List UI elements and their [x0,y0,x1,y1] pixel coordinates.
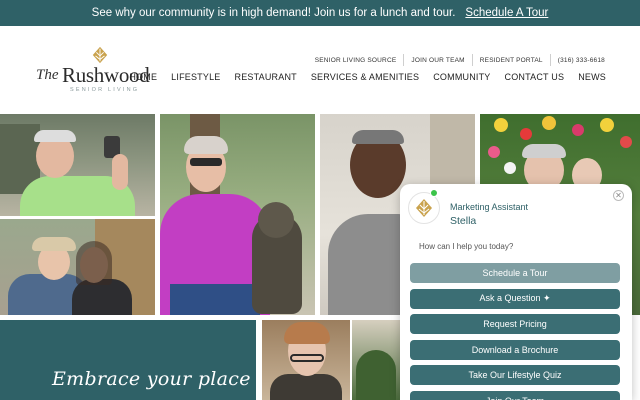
site-header: The Rushwood SENIOR LIVING SENIOR LIVING… [0,26,640,114]
utility-phone[interactable]: (316) 333-6618 [551,57,612,64]
chat-options: Schedule a Tour Ask a Question ✦ Request… [410,263,620,400]
photo-resident-taking-picture [0,114,155,216]
nav-restaurant[interactable]: RESTAURANT [235,72,297,82]
nav-lifestyle[interactable]: LIFESTYLE [171,72,220,82]
chat-agent-role: Marketing Assistant [450,202,529,212]
chat-ask-question-button[interactable]: Ask a Question ✦ [410,288,620,309]
chat-schedule-tour-button[interactable]: Schedule a Tour [410,263,620,283]
announcement-bar: See why our community is in high demand!… [0,0,640,26]
chat-widget: ✕ Marketing Assistant Stella How can I h… [400,184,632,400]
nav-services-amenities[interactable]: SERVICES & AMENITIES [311,72,419,82]
schedule-tour-link[interactable]: Schedule A Tour [465,7,548,19]
nav-news[interactable]: NEWS [578,72,606,82]
photo-plants [352,320,400,400]
utility-nav: SENIOR LIVING SOURCE JOIN OUR TEAM RESID… [308,54,612,66]
gold-leaf-icon [92,46,108,64]
utility-join-our-team[interactable]: JOIN OUR TEAM [404,57,471,64]
welcome-banner: Embrace your place [0,320,256,400]
main-nav: HOME LIFESTYLE RESTAURANT SERVICES & AME… [129,72,606,82]
utility-resident-portal[interactable]: RESIDENT PORTAL [473,57,550,64]
close-icon[interactable]: ✕ [613,190,624,201]
gold-leaf-icon [416,199,432,217]
chat-download-brochure-button[interactable]: Download a Brochure [410,339,620,360]
chat-join-team-button[interactable]: Join Our Team [410,390,620,400]
photo-resident-glasses [262,320,350,400]
chat-request-pricing-button[interactable]: Request Pricing [410,314,620,334]
logo-subtitle: SENIOR LIVING [70,87,140,93]
photo-residents-outdoors [0,219,155,315]
photo-resident-with-statue [160,114,315,315]
chat-lifestyle-quiz-button[interactable]: Take Our Lifestyle Quiz [410,365,620,385]
online-dot-icon [430,189,438,197]
announcement-text: See why our community is in high demand!… [91,7,456,19]
nav-home[interactable]: HOME [129,72,157,82]
chat-prompt: How can I help you today? [419,242,514,251]
nav-contact-us[interactable]: CONTACT US [505,72,565,82]
nav-community[interactable]: COMMUNITY [433,72,490,82]
utility-senior-living-source[interactable]: SENIOR LIVING SOURCE [308,57,404,64]
welcome-script-heading: Embrace your place [52,368,251,390]
chat-agent-name: Stella [450,215,477,227]
logo-the: The [36,67,59,83]
